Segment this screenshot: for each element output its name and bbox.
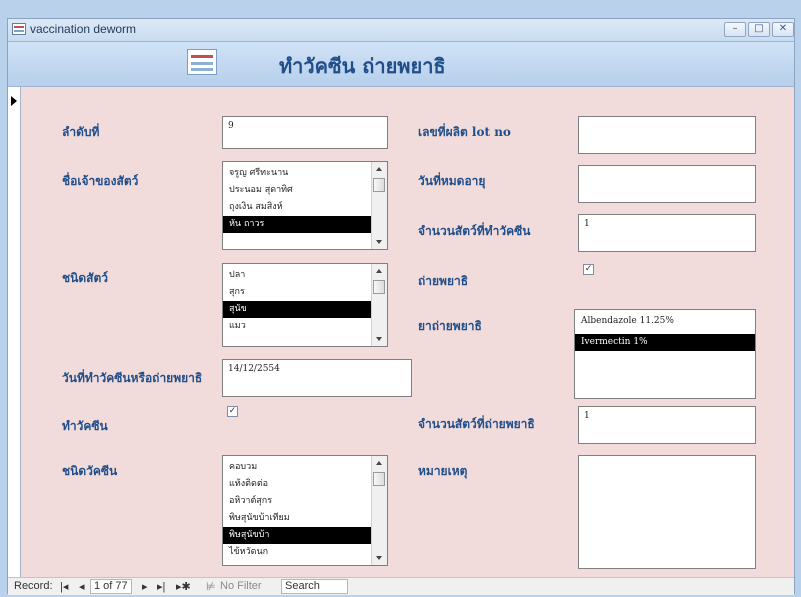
vaccinate-label: ทำวัคซีน — [62, 419, 108, 433]
list-item[interactable]: ประนอม สุดาทิศ — [223, 182, 371, 199]
last-record-button[interactable]: ▸| — [157, 580, 165, 593]
scroll-down-icon[interactable] — [376, 240, 382, 244]
seq-label: ลำดับที่ — [62, 125, 100, 139]
vaccinate-checkbox[interactable]: ✓ — [227, 406, 238, 417]
deworm-label: ถ่ายพยาธิ — [418, 274, 469, 288]
date-field[interactable]: 14/12/2554 — [222, 359, 412, 397]
seq-field[interactable]: 9 — [222, 116, 388, 149]
dewormer-listbox[interactable]: Albendazole 11.25% Ivermectin 1% — [574, 309, 756, 399]
record-label: Record: — [14, 580, 53, 592]
list-item[interactable]: คอบวม — [223, 459, 371, 476]
lot-no-label: เลขที่ผลิต lot no — [418, 125, 511, 139]
window-title: vaccination deworm — [30, 22, 137, 36]
previous-record-button[interactable]: ◂ — [79, 580, 85, 593]
vaccine-type-listbox[interactable]: คอบวม แท้งติดต่อ อหิวาต์สุกร พิษสุนัขบ้า… — [222, 455, 388, 566]
list-item[interactable]: พิษสุนัขบ้าเทียม — [223, 510, 371, 527]
list-item[interactable]: สุกร — [223, 284, 371, 301]
note-field[interactable] — [578, 455, 756, 569]
owner-scrollbar[interactable] — [371, 162, 387, 249]
deworm-checkbox[interactable]: ✓ — [583, 264, 594, 275]
vaccinated-count-label: จำนวนสัตว์ที่ทำวัคซีน — [418, 224, 531, 238]
scroll-thumb[interactable] — [373, 178, 385, 192]
current-record-icon — [11, 96, 17, 106]
owner-label: ชื่อเจ้าของสัตว์ — [62, 174, 139, 188]
dewormed-count-field[interactable]: 1 — [578, 406, 756, 444]
form-header: ทำวัคซีน ถ่ายพยาธิ — [8, 42, 794, 87]
scroll-up-icon[interactable] — [376, 461, 382, 465]
note-label: หมายเหตุ — [418, 464, 468, 478]
vaccinated-count-field[interactable]: 1 — [578, 214, 756, 252]
scroll-thumb[interactable] — [373, 280, 385, 294]
list-item[interactable]: แมว — [223, 318, 371, 335]
search-input[interactable]: Search — [281, 579, 348, 594]
record-selector[interactable] — [8, 87, 21, 593]
title-bar: vaccination deworm – □ ✕ — [8, 19, 794, 42]
first-record-button[interactable]: |◂ — [60, 580, 68, 593]
date-label: วันที่ทำวัคซีนหรือถ่ายพยาธิ — [62, 371, 203, 385]
list-item-selected[interactable]: สุนัข — [223, 301, 371, 318]
list-item-selected[interactable]: Ivermectin 1% — [575, 334, 755, 351]
scroll-up-icon[interactable] — [376, 167, 382, 171]
list-item-selected[interactable]: หัน ถาวร — [223, 216, 371, 233]
filter-icon: ⊭ — [206, 581, 216, 593]
current-record-field[interactable]: 1 of 77 — [90, 579, 132, 594]
no-filter-button[interactable]: No Filter — [220, 580, 262, 592]
list-item-selected[interactable]: พิษสุนัขบ้า — [223, 527, 371, 544]
maximize-button[interactable]: □ — [748, 22, 770, 37]
scroll-down-icon[interactable] — [376, 337, 382, 341]
dewormed-count-label: จำนวนสัตว์ที่ถ่ายพยาธิ — [418, 417, 535, 431]
list-item[interactable]: แท้งติดต่อ — [223, 476, 371, 493]
minimize-button[interactable]: – — [724, 22, 746, 37]
animal-type-scrollbar[interactable] — [371, 264, 387, 346]
form-icon — [12, 23, 26, 35]
form-window: vaccination deworm – □ ✕ ทำวัคซีน ถ่ายพย… — [7, 18, 795, 595]
form-title: ทำวัคซีน ถ่ายพยาธิ — [279, 54, 446, 78]
expiry-label: วันที่หมดอายุ — [418, 174, 486, 188]
vaccine-type-label: ชนิดวัคซีน — [62, 464, 118, 478]
list-item[interactable]: อหิวาต์สุกร — [223, 493, 371, 510]
new-record-button[interactable]: ▸✱ — [176, 580, 191, 593]
form-header-icon — [187, 49, 217, 75]
expiry-field[interactable] — [578, 165, 756, 203]
list-item[interactable]: ถุงเงิน สมสิงห์ — [223, 199, 371, 216]
animal-type-label: ชนิดสัตว์ — [62, 271, 108, 285]
lot-no-field[interactable] — [578, 116, 756, 154]
scroll-down-icon[interactable] — [376, 556, 382, 560]
list-item[interactable]: จรูญ ศรีทะนาน — [223, 165, 371, 182]
list-item[interactable]: Albendazole 11.25% — [575, 313, 755, 330]
scroll-thumb[interactable] — [373, 472, 385, 486]
owner-listbox[interactable]: จรูญ ศรีทะนาน ประนอม สุดาทิศ ถุงเงิน สมส… — [222, 161, 388, 250]
vaccine-type-scrollbar[interactable] — [371, 456, 387, 565]
scroll-up-icon[interactable] — [376, 269, 382, 273]
record-navigation-bar: Record: |◂ ◂ 1 of 77 ▸ ▸| ▸✱ ⊭ No Filter… — [8, 577, 794, 595]
animal-type-listbox[interactable]: ปลา สุกร สุนัข แมว — [222, 263, 388, 347]
list-item[interactable]: ไข้หวัดนก — [223, 544, 371, 561]
next-record-button[interactable]: ▸ — [142, 580, 148, 593]
dewormer-label: ยาถ่ายพยาธิ — [418, 319, 482, 333]
close-button[interactable]: ✕ — [772, 22, 794, 37]
list-item[interactable]: ปลา — [223, 267, 371, 284]
